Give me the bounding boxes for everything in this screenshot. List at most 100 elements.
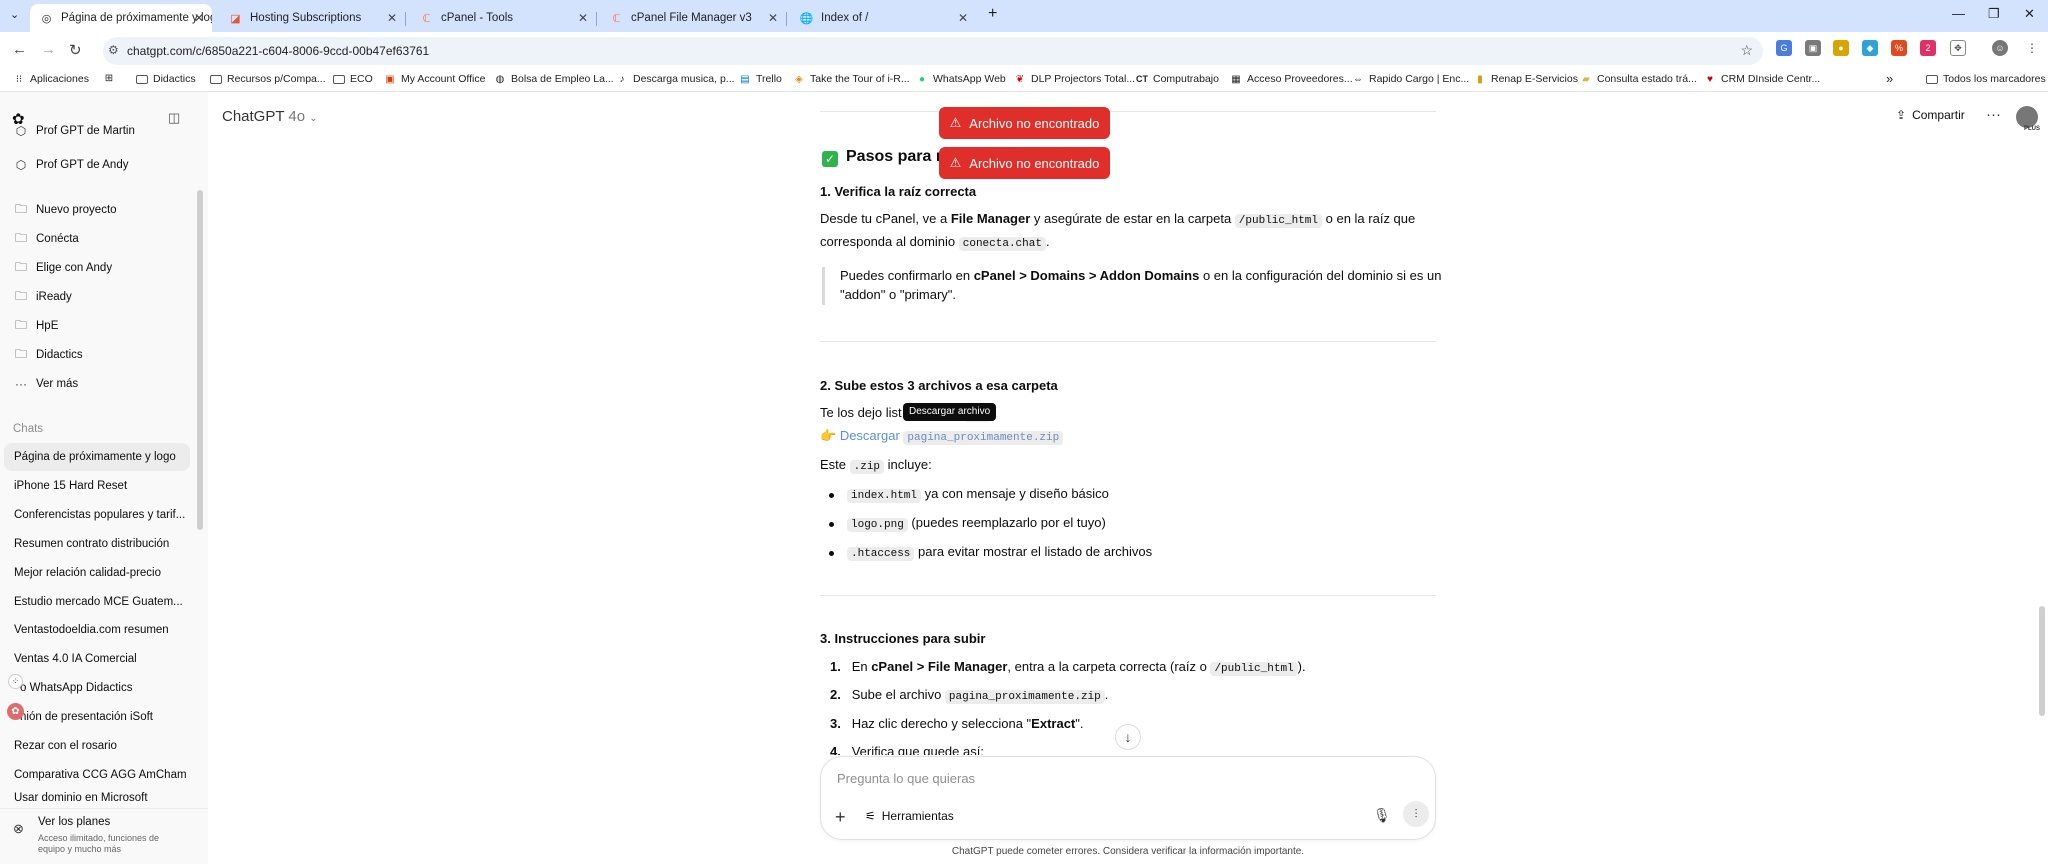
bookmark-item[interactable]: CT Computrabajo: [1136, 73, 1219, 85]
tools-button[interactable]: ⚟ Herramientas: [865, 809, 954, 823]
chat-item[interactable]: o WhatsApp Didactics: [4, 674, 190, 702]
error-toast[interactable]: ⚠ Archivo no encontrado: [939, 107, 1110, 139]
puzzle-icon[interactable]: ✥: [1950, 40, 1966, 56]
bookmark-item[interactable]: ● WhatsApp Web: [916, 73, 1006, 85]
office-icon: ▣: [385, 73, 395, 85]
bookmark-item[interactable]: ◈ Take the Tour of i-R...: [793, 73, 909, 85]
close-icon[interactable]: ✕: [194, 11, 204, 25]
chat-item[interactable]: Conferencistas populares y tarif...: [4, 501, 190, 529]
sidebar-project-item[interactable]: 🗀 HpE: [4, 312, 190, 340]
url-text[interactable]: chatgpt.com/c/6850a221-c604-8006-9ccd-00…: [127, 44, 429, 58]
floating-grid-icon[interactable]: ⁘: [8, 674, 23, 689]
forward-icon[interactable]: →: [41, 41, 56, 58]
bookmark-item[interactable]: ❦ DLP Projectors Total...: [1014, 73, 1135, 85]
step2-heading: 2. Sube estos 3 archivos a esa carpeta: [820, 378, 1058, 393]
tab-cpanel-tools[interactable]: ℂ cPanel - Tools ✕: [410, 4, 597, 32]
tab-search-icon[interactable]: ⌄: [10, 8, 19, 21]
see-more-button[interactable]: ··· Ver más: [4, 370, 190, 398]
extension-icon[interactable]: %: [1891, 40, 1907, 56]
close-icon[interactable]: ✕: [958, 11, 968, 25]
sidebar-gpt-item[interactable]: ⬡ Prof GPT de Andy: [4, 151, 190, 179]
bookmark-item[interactable]: Recursos p/Compa...: [210, 73, 326, 85]
bookmark-item[interactable]: ▦ Acceso Proveedores...: [1230, 73, 1352, 85]
bookmark-item[interactable]: ♥ CRM DInside Centr...: [1704, 73, 1820, 85]
chat-item[interactable]: Resumen contrato distribución: [4, 530, 190, 558]
chat-item[interactable]: nión de presentación iSoft: [4, 703, 190, 731]
bookmark-item[interactable]: ECO: [333, 73, 373, 85]
bookmark-item[interactable]: ▤ Trello: [739, 73, 782, 85]
sidebar-project-item[interactable]: 🗀 Elige con Andy: [4, 254, 190, 282]
more-options-icon[interactable]: ···: [1986, 106, 2001, 123]
restore-icon[interactable]: ❐: [1988, 6, 2000, 22]
sidebar-scrollbar[interactable]: [197, 190, 203, 530]
sidebar-project-item[interactable]: 🗀 Nuevo proyecto: [4, 196, 190, 224]
share-button[interactable]: ⇪ Compartir: [1896, 108, 1965, 122]
chat-item[interactable]: Rezar con el rosario: [4, 732, 190, 760]
sidebar-gpt-item[interactable]: ⬡ Prof GPT de Martin: [4, 122, 190, 140]
error-toast[interactable]: ⚠ Archivo no encontrado: [939, 147, 1110, 179]
bookmark-item[interactable]: ⊞: [103, 73, 120, 84]
whatsapp-icon: ●: [918, 73, 926, 85]
bookmark-item[interactable]: ⇔ Rapido Cargo | Enc...: [1352, 73, 1469, 85]
extension-icon[interactable]: ▣: [1805, 40, 1821, 56]
cube-icon: ⬡: [15, 158, 27, 172]
window-close-icon[interactable]: ✕: [2024, 6, 2035, 22]
tab-chatgpt[interactable]: ◎ Página de próximamente y logo ✕: [30, 4, 212, 32]
microphone-icon[interactable]: 🎙: [1373, 807, 1391, 824]
close-icon[interactable]: ✕: [578, 11, 588, 25]
add-attachment-icon[interactable]: +: [835, 807, 846, 828]
bookmark-item[interactable]: ◍ Bolsa de Empleo La...: [494, 73, 614, 85]
tab-index-of[interactable]: 🌐 Index of / ✕: [790, 4, 976, 32]
back-icon[interactable]: ←: [12, 41, 27, 58]
all-bookmarks[interactable]: Todos los marcadores: [1926, 73, 2046, 85]
prompt-input[interactable]: Pregunta lo que quieras: [837, 771, 975, 786]
chat-item[interactable]: Página de próximamente y logo: [4, 443, 190, 471]
extension-icon[interactable]: ◆: [1862, 40, 1878, 56]
chat-item[interactable]: Estudio mercado MCE Guatem...: [4, 588, 190, 616]
chat-item[interactable]: Usar dominio en Microsoft: [4, 789, 190, 807]
site-info-icon[interactable]: ⚙: [108, 43, 119, 57]
close-icon[interactable]: ✕: [768, 11, 778, 25]
main-scrollbar[interactable]: [2039, 606, 2045, 716]
chat-item[interactable]: Ventas 4.0 IA Comercial: [4, 645, 190, 673]
list-item: index.html ya con mensaje y diseño básic…: [847, 483, 1109, 507]
minimize-icon[interactable]: —: [1952, 6, 1965, 21]
more-bookmarks-icon[interactable]: »: [1886, 71, 1893, 86]
new-tab-button[interactable]: +: [988, 5, 997, 23]
bookmark-item[interactable]: ♪ Descarga musica, p...: [616, 73, 735, 85]
sidebar-project-item[interactable]: 🗀 Didactics: [4, 341, 190, 369]
browser-menu-icon[interactable]: ⋮: [2024, 40, 2040, 56]
scroll-down-button[interactable]: ↓: [1115, 724, 1141, 750]
chat-item[interactable]: Ventastodoeldia.com resumen: [4, 616, 190, 644]
download-filename[interactable]: pagina_proximamente.zip: [903, 431, 1064, 445]
avatar[interactable]: [2016, 106, 2038, 128]
bookmark-item[interactable]: Didactics: [136, 73, 196, 85]
reload-icon[interactable]: ↻: [69, 41, 82, 59]
folder-icon: 🗀: [14, 259, 27, 274]
chat-item[interactable]: iPhone 15 Hard Reset: [4, 472, 190, 500]
upgrade-plans[interactable]: ⊗ Ver los planes Acceso ilimitado, funci…: [0, 808, 208, 864]
bookmark-item[interactable]: ▮ Renap E-Servicios: [1474, 73, 1578, 85]
profile-avatar-icon[interactable]: ☺: [1992, 40, 2008, 56]
tab-hosting[interactable]: ◪ Hosting Subscriptions ✕: [219, 4, 406, 32]
bookmark-apps[interactable]: ⁝⁝ Aplicaciones: [13, 73, 89, 85]
translate-extension-icon[interactable]: G: [1776, 40, 1792, 56]
bookmark-item[interactable]: ▣ My Account Office: [384, 73, 485, 85]
voice-mode-icon[interactable]: ⫶: [1403, 801, 1429, 827]
sidebar-project-item[interactable]: 🗀 iReady: [4, 283, 190, 311]
download-link[interactable]: Descargar: [840, 428, 900, 443]
tab-cpanel-file-manager[interactable]: ℂ cPanel File Manager v3 ✕: [600, 4, 787, 32]
extension-icon[interactable]: 2: [1920, 40, 1936, 56]
extension-icon[interactable]: ●: [1833, 40, 1849, 56]
bookmark-star-icon[interactable]: ☆: [1740, 42, 1753, 59]
floating-extension-icon[interactable]: ✿: [7, 703, 24, 720]
sidebar-project-item[interactable]: 🗀 Conécta: [4, 225, 190, 253]
download-tooltip: Descargar archivo: [903, 403, 997, 421]
chat-item[interactable]: Mejor relación calidad-precio: [4, 559, 190, 587]
address-bar[interactable]: ⚙ chatgpt.com/c/6850a221-c604-8006-9ccd-…: [103, 37, 1763, 65]
close-icon[interactable]: ✕: [387, 11, 397, 25]
cpanel-favicon-icon: ℂ: [422, 12, 431, 25]
bookmark-item[interactable]: ▰ Consulta estado trá...: [1580, 73, 1697, 85]
chat-item[interactable]: Comparativa CCG AGG AmCham: [4, 761, 190, 789]
model-selector[interactable]: ChatGPT 4o ⌄: [222, 108, 318, 125]
